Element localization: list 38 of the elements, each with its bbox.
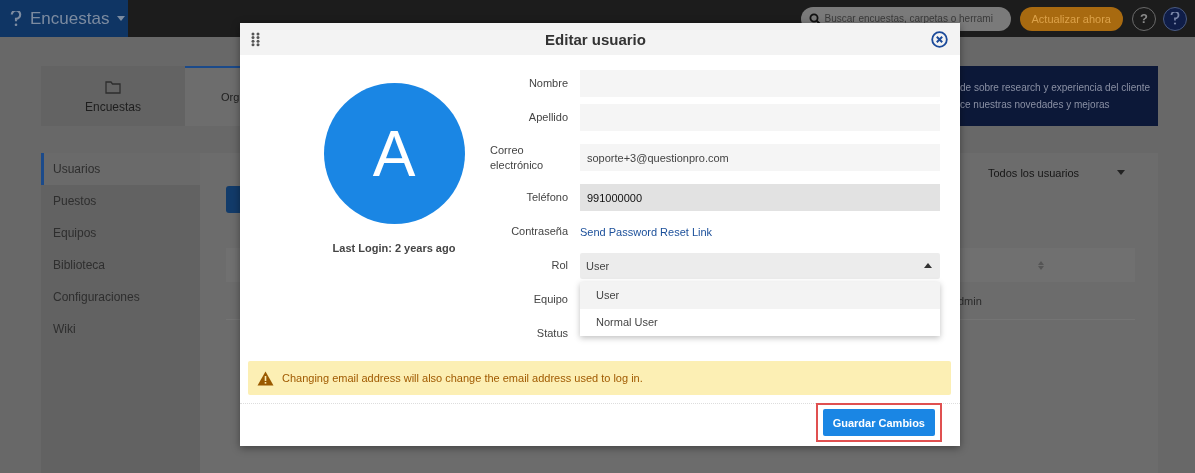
field-label: Teléfono bbox=[525, 190, 568, 206]
upgrade-button[interactable]: Actualizar ahora bbox=[1019, 6, 1123, 31]
dialog-title: Editar usuario bbox=[545, 30, 646, 48]
dropdown-option[interactable]: User bbox=[580, 282, 940, 309]
logo-icon bbox=[1170, 12, 1180, 25]
drag-handle-icon[interactable] bbox=[251, 31, 260, 47]
close-icon[interactable] bbox=[931, 30, 948, 48]
field-label: Apellido bbox=[527, 110, 568, 125]
field-label: Nombre bbox=[527, 75, 568, 91]
app-name: Encuestas bbox=[30, 8, 110, 29]
field-label: Rol bbox=[550, 258, 568, 274]
search-icon bbox=[808, 12, 821, 25]
account-avatar[interactable] bbox=[1163, 6, 1187, 31]
field-label: Status bbox=[535, 326, 568, 342]
user-avatar: A bbox=[323, 83, 465, 224]
alert-text: Changing email address will also change the email address used to log in. bbox=[282, 372, 643, 384]
warning-icon bbox=[257, 370, 274, 386]
banner-text: ce nuestras novedades y mejoras bbox=[960, 99, 1111, 110]
last-login-text: Last Login: 2 years ago bbox=[332, 242, 456, 254]
role-select[interactable]: User bbox=[580, 253, 940, 279]
text-field[interactable]: 991000000 bbox=[580, 184, 940, 212]
field-label: Equipo bbox=[532, 292, 568, 308]
save-button[interactable]: Guardar Cambios bbox=[822, 409, 935, 436]
caret-icon bbox=[117, 16, 126, 21]
nav-tab[interactable]: Org bbox=[185, 66, 240, 126]
app-switcher[interactable]: Encuestas bbox=[0, 0, 128, 37]
field-label: Contraseña bbox=[510, 224, 568, 240]
caret-icon bbox=[924, 263, 932, 269]
sidebar-item[interactable]: Usuarios bbox=[41, 153, 200, 185]
field-label: Correo electrónico bbox=[490, 142, 545, 173]
banner-text: de sobre research y experiencia del cliente bbox=[960, 82, 1152, 93]
reset-link[interactable]: Send Password Reset Link bbox=[580, 226, 713, 238]
logo-icon bbox=[10, 10, 22, 27]
nav-tab[interactable]: Encuestas bbox=[41, 66, 185, 126]
text-field[interactable]: soporte+3@questionpro.com bbox=[580, 144, 940, 172]
folder-icon bbox=[105, 80, 121, 94]
caret-icon bbox=[1117, 170, 1125, 175]
dropdown-option[interactable]: Normal User bbox=[580, 309, 940, 336]
